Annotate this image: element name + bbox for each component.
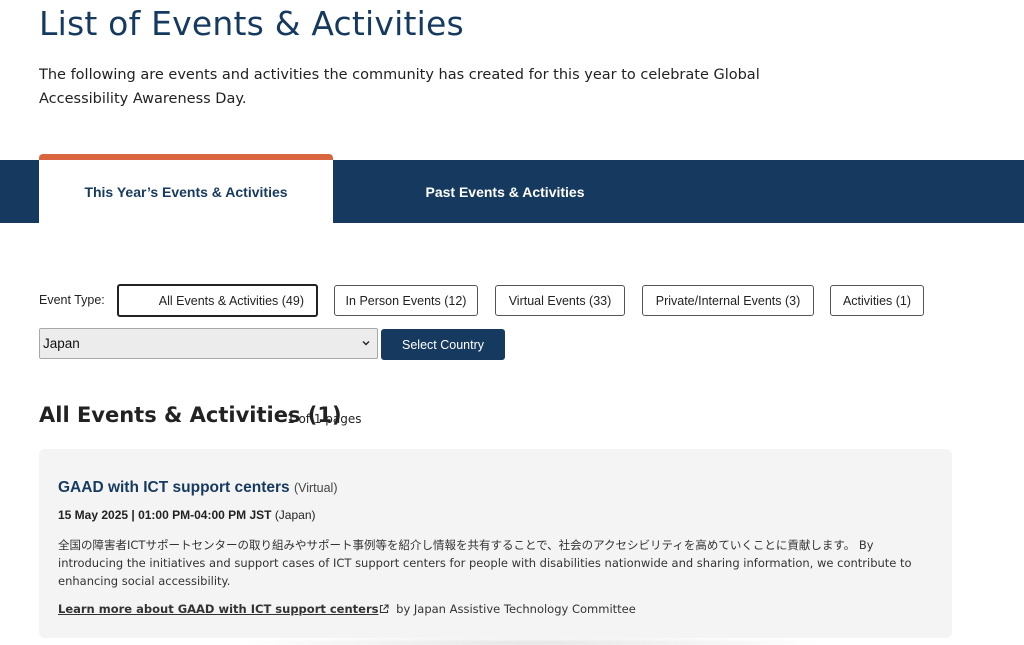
event-organizer: by Japan Assistive Technology Committee	[396, 602, 636, 616]
country-select[interactable]: Japan	[39, 328, 378, 359]
page-intro: The following are events and activities …	[39, 67, 760, 107]
select-country-button[interactable]: Select Country	[381, 329, 505, 360]
tab-bar: This Year’s Events & Activities Past Eve…	[0, 154, 1024, 223]
tab-past-events[interactable]: Past Events & Activities	[333, 160, 677, 223]
page: List of Events & Activities The followin…	[0, 0, 1024, 645]
event-date: 15 May 2025 | 01:00 PM-04:00 PM JST (Jap…	[58, 508, 316, 522]
event-learn-more-link[interactable]: Learn more about GAAD with ICT support c…	[58, 602, 378, 616]
country-select-value: Japan	[43, 336, 80, 351]
event-date-text: 15 May 2025 | 01:00 PM-04:00 PM JST	[58, 508, 272, 522]
chevron-down-icon	[362, 341, 370, 346]
event-card: GAAD with ICT support centers (Virtual) …	[39, 449, 952, 638]
event-title-text[interactable]: GAAD with ICT support centers	[58, 479, 290, 496]
event-title[interactable]: GAAD with ICT support centers (Virtual)	[58, 479, 338, 497]
filter-activities-button[interactable]: Activities (1)	[830, 285, 924, 316]
filter-private-internal-button[interactable]: Private/Internal Events (3)	[642, 285, 814, 316]
event-description: 全国の障害者ICTサポートセンターの取り組みやサポート事例等を紹介し情報を共有す…	[58, 538, 912, 588]
filter-virtual-button[interactable]: Virtual Events (33)	[495, 285, 625, 316]
event-type-label: Event Type:	[39, 293, 105, 307]
tab-this-year[interactable]: This Year’s Events & Activities	[39, 154, 333, 223]
results-page-count: 1 of 1 pages	[287, 412, 362, 426]
page-title: List of Events & Activities	[39, 4, 464, 43]
event-kind: (Virtual)	[293, 481, 338, 495]
event-country: (Japan)	[274, 508, 316, 522]
filter-all-events-button[interactable]: All Events & Activities (49)	[117, 284, 318, 317]
filter-in-person-button[interactable]: In Person Events (12)	[334, 285, 478, 316]
external-link-icon	[380, 604, 390, 614]
event-footer: Learn more about GAAD with ICT support c…	[58, 602, 636, 616]
